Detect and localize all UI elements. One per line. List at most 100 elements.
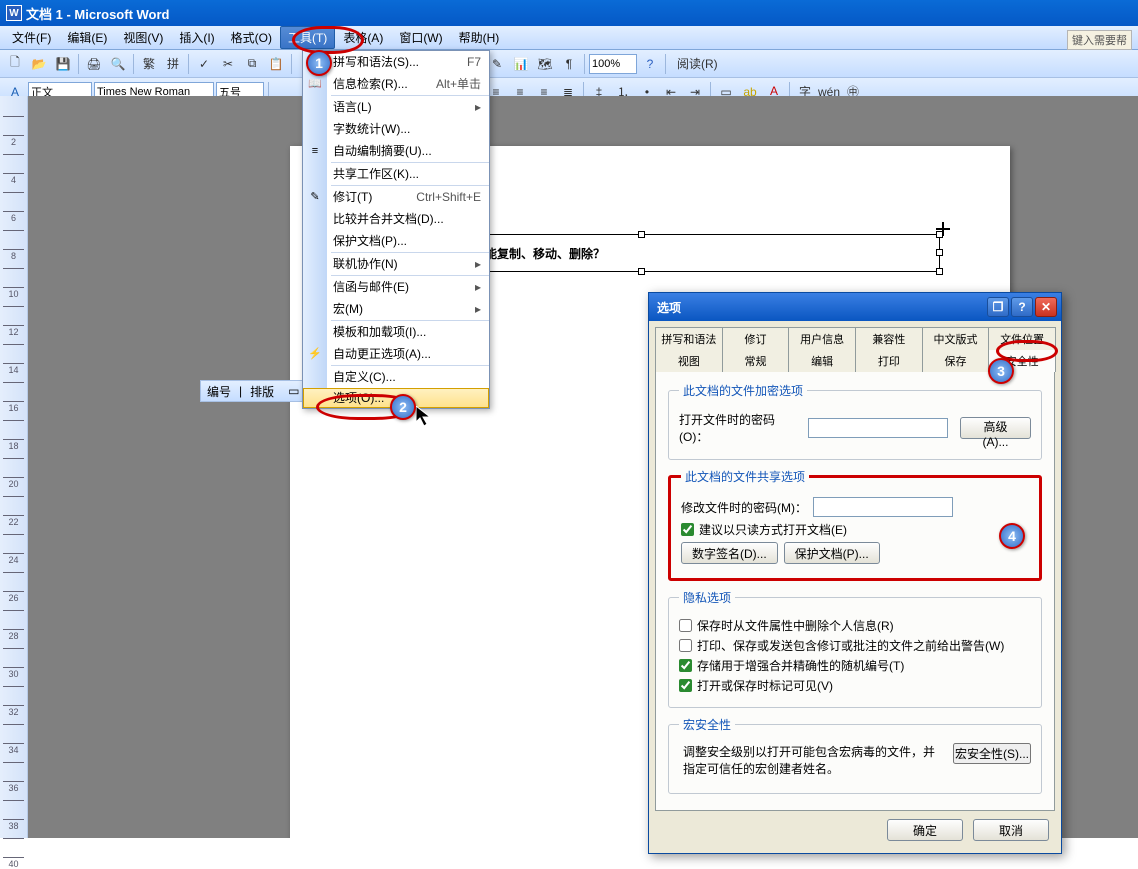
dialog-tab[interactable]: 打印 bbox=[855, 350, 923, 372]
menu-view[interactable]: 视图(V) bbox=[115, 26, 171, 49]
new-doc-icon[interactable]: 🗋 bbox=[4, 53, 26, 75]
dialog-restore-button[interactable]: ❐ bbox=[987, 297, 1009, 317]
menu-item-label: 信函与邮件(E) bbox=[333, 276, 475, 298]
modify-password-input[interactable] bbox=[813, 497, 953, 517]
protect-document-button[interactable]: 保护文档(P)... bbox=[784, 542, 880, 564]
menu-item-label: 字数统计(W)... bbox=[333, 118, 481, 140]
chart-icon[interactable]: 📊 bbox=[510, 53, 532, 75]
tools-menu-item[interactable]: ✎修订(T)Ctrl+Shift+E bbox=[303, 186, 489, 208]
readonly-label: 建议以只读方式打开文档(E) bbox=[699, 521, 847, 538]
dialog-titlebar[interactable]: 选项 ❐ ? ✕ bbox=[649, 293, 1061, 321]
privacy-section: 隐私选项 保存时从文件属性中删除个人信息(R) 打印、保存或发送包含修订或批注的… bbox=[668, 589, 1042, 708]
dialog-help-button[interactable]: ? bbox=[1011, 297, 1033, 317]
dialog-tab[interactable]: 视图 bbox=[655, 350, 723, 372]
dialog-tab[interactable]: 文件位置 bbox=[988, 327, 1056, 350]
tools-menu-item[interactable]: 联机协作(N)▸ bbox=[303, 253, 489, 275]
tools-menu-item[interactable]: 信函与邮件(E)▸ bbox=[303, 276, 489, 298]
copy-icon[interactable]: ⧉ bbox=[241, 53, 263, 75]
doc-map-icon[interactable]: 🗺 bbox=[534, 53, 556, 75]
ruler-vertical[interactable]: 246810121416182022242628303234363840 bbox=[0, 96, 28, 838]
title-bar: W 文档 1 - Microsoft Word bbox=[0, 0, 1138, 26]
dialog-tab[interactable]: 兼容性 bbox=[855, 327, 923, 350]
menu-item-icon: ⚡ bbox=[307, 346, 323, 362]
menu-window[interactable]: 窗口(W) bbox=[391, 26, 450, 49]
tools-menu-item[interactable]: 比较并合并文档(D)... bbox=[303, 208, 489, 230]
pinyin-icon[interactable]: 拼 bbox=[162, 53, 184, 75]
open-icon[interactable]: 📂 bbox=[28, 53, 50, 75]
menu-item-label: 拼写和语法(S)... bbox=[333, 51, 455, 73]
print-icon[interactable]: 🖨 bbox=[83, 53, 105, 75]
callout-1: 1 bbox=[306, 50, 332, 76]
advanced-button[interactable]: 高级(A)... bbox=[960, 417, 1031, 439]
menu-table[interactable]: 表格(A) bbox=[335, 26, 391, 49]
tools-menu: ✓拼写和语法(S)...F7📖信息检索(R)...Alt+单击语言(L)▸字数统… bbox=[302, 50, 490, 409]
preview-icon[interactable]: 🔍 bbox=[107, 53, 129, 75]
tools-menu-item[interactable]: 宏(M)▸ bbox=[303, 298, 489, 320]
tools-menu-item[interactable]: 模板和加载项(I)... bbox=[303, 321, 489, 343]
submenu-arrow-icon: ▸ bbox=[475, 298, 481, 320]
tools-menu-item[interactable]: 字数统计(W)... bbox=[303, 118, 489, 140]
menu-insert[interactable]: 插入(I) bbox=[171, 26, 222, 49]
warn-revisions-label: 打印、保存或发送包含修订或批注的文件之前给出警告(W) bbox=[697, 637, 1004, 654]
menu-item-label: 比较并合并文档(D)... bbox=[333, 208, 481, 230]
open-password-input[interactable] bbox=[808, 418, 948, 438]
macro-legend: 宏安全性 bbox=[679, 716, 735, 733]
dialog-tab[interactable]: 拼写和语法 bbox=[655, 327, 723, 350]
marks-visible-checkbox[interactable] bbox=[679, 679, 692, 692]
save-icon[interactable]: 💾 bbox=[52, 53, 74, 75]
tools-menu-item[interactable]: 共享工作区(K)... bbox=[303, 163, 489, 185]
menu-format[interactable]: 格式(O) bbox=[223, 26, 280, 49]
separator bbox=[584, 54, 585, 74]
dialog-tab[interactable]: 中文版式 bbox=[922, 327, 990, 350]
tools-menu-item[interactable]: 📖信息检索(R)...Alt+单击 bbox=[303, 73, 489, 95]
menu-edit[interactable]: 编辑(E) bbox=[59, 26, 115, 49]
privacy-legend: 隐私选项 bbox=[679, 589, 735, 606]
cut-icon[interactable]: ✂ bbox=[217, 53, 239, 75]
encrypt-legend: 此文档的文件加密选项 bbox=[679, 382, 807, 399]
read-mode-button[interactable]: 阅读(R) bbox=[670, 53, 725, 75]
dialog-tab[interactable]: 编辑 bbox=[788, 350, 856, 372]
separator bbox=[188, 54, 189, 74]
menu-item-shortcut: F7 bbox=[467, 51, 481, 73]
tools-menu-item[interactable]: ⚡自动更正选项(A)... bbox=[303, 343, 489, 365]
numbering-label[interactable]: 编号 bbox=[207, 383, 231, 400]
macro-security-button[interactable]: 宏安全性(S)... bbox=[953, 743, 1031, 764]
layout-label[interactable]: 排版 bbox=[250, 383, 274, 400]
menu-item-label: 自动编制摘要(U)... bbox=[333, 140, 481, 162]
zoom-combo[interactable] bbox=[589, 54, 637, 74]
menu-file[interactable]: 文件(F) bbox=[4, 26, 59, 49]
paste-icon[interactable]: 📋 bbox=[265, 53, 287, 75]
tools-menu-item[interactable]: ≡自动编制摘要(U)... bbox=[303, 140, 489, 162]
random-number-checkbox[interactable] bbox=[679, 659, 692, 672]
readonly-checkbox[interactable] bbox=[681, 523, 694, 536]
tools-menu-item[interactable]: 保护文档(P)... bbox=[303, 230, 489, 252]
warn-revisions-checkbox[interactable] bbox=[679, 639, 692, 652]
remove-personal-checkbox[interactable] bbox=[679, 619, 692, 632]
dialog-close-button[interactable]: ✕ bbox=[1035, 297, 1057, 317]
traditional-icon[interactable]: 繁 bbox=[138, 53, 160, 75]
menu-item-label: 模板和加载项(I)... bbox=[333, 321, 481, 343]
separator bbox=[665, 54, 666, 74]
menu-item-label: 信息检索(R)... bbox=[333, 73, 424, 95]
help-search-hint[interactable]: 键入需要帮 bbox=[1067, 30, 1132, 50]
menu-tools[interactable]: 工具(T) bbox=[280, 26, 335, 49]
dialog-tab[interactable]: 用户信息 bbox=[788, 327, 856, 350]
tools-menu-item[interactable]: 语言(L)▸ bbox=[303, 96, 489, 118]
submenu-arrow-icon: ▸ bbox=[475, 253, 481, 275]
digital-signature-button[interactable]: 数字签名(D)... bbox=[681, 542, 778, 564]
modify-password-label: 修改文件时的密码(M)： bbox=[681, 499, 807, 516]
tools-menu-item[interactable]: 自定义(C)... bbox=[303, 366, 489, 388]
dialog-tab[interactable]: 修订 bbox=[722, 327, 790, 350]
dialog-tab[interactable]: 保存 bbox=[922, 350, 990, 372]
dialog-tabs: 拼写和语法修订用户信息兼容性中文版式文件位置 视图常规编辑打印保存安全性 此文档… bbox=[649, 321, 1061, 811]
show-marks-icon[interactable]: ¶ bbox=[558, 53, 580, 75]
dialog-title: 选项 bbox=[657, 299, 681, 316]
open-password-label: 打开文件时的密码(O)： bbox=[679, 411, 802, 445]
help-icon[interactable]: ? bbox=[639, 53, 661, 75]
word-icon: W bbox=[6, 5, 22, 21]
separator bbox=[291, 54, 292, 74]
dialog-tab[interactable]: 常规 bbox=[722, 350, 790, 372]
menu-item-icon: 📖 bbox=[307, 76, 323, 92]
menu-help[interactable]: 帮助(H) bbox=[451, 26, 508, 49]
spell-icon[interactable]: ✓ bbox=[193, 53, 215, 75]
